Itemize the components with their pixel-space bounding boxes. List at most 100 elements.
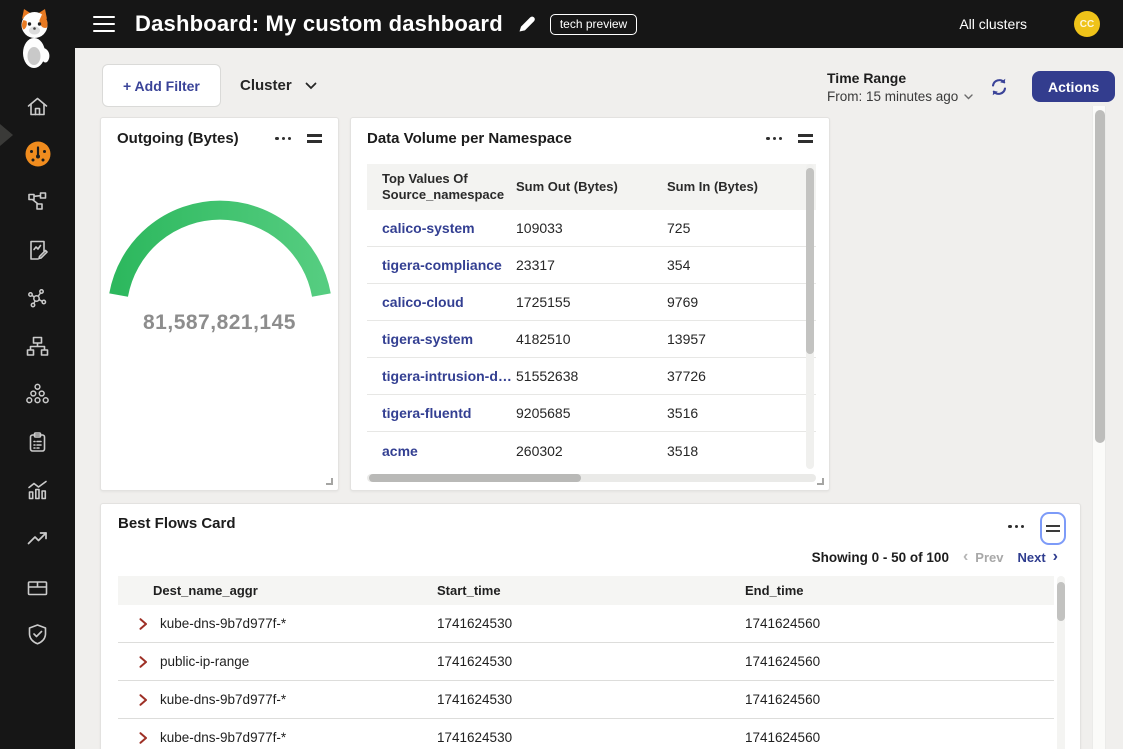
end-time: 1741624560 <box>745 692 1054 707</box>
package-icon <box>25 574 50 599</box>
nav-statistics[interactable] <box>0 466 75 514</box>
resize-handle[interactable] <box>817 478 824 485</box>
nav-service-graph[interactable] <box>0 178 75 226</box>
table-row: tigera-intrusion-d… 51552638 37726 <box>367 358 816 395</box>
sum-in-value: 13957 <box>667 331 816 347</box>
start-time: 1741624530 <box>437 654 745 669</box>
namespace-link[interactable]: tigera-compliance <box>367 257 516 273</box>
cluster-dropdown[interactable]: Cluster <box>240 64 317 107</box>
sum-out-value: 260302 <box>516 443 667 459</box>
time-range-label: Time Range <box>827 70 973 86</box>
flows-table: Dest_name_aggr Start_time End_time kube-… <box>118 576 1054 749</box>
next-page-button[interactable]: Next › <box>1017 549 1058 565</box>
namespace-link[interactable]: calico-system <box>367 220 516 236</box>
main-content: + Add Filter Cluster Time Range From: 15… <box>75 48 1123 749</box>
expand-row-chevron-icon[interactable] <box>139 694 148 706</box>
connections-icon <box>25 286 50 311</box>
node-cluster-icon <box>25 382 50 407</box>
actions-button[interactable]: Actions <box>1032 71 1115 102</box>
nav-trends[interactable] <box>0 514 75 562</box>
card-title: Outgoing (Bytes) <box>117 130 271 147</box>
nav-home[interactable] <box>0 82 75 130</box>
nav-packages[interactable] <box>0 562 75 610</box>
overflow-menu-icon[interactable] <box>271 133 295 144</box>
home-icon <box>25 94 50 119</box>
end-time: 1741624560 <box>745 616 1054 631</box>
refresh-button[interactable] <box>987 75 1011 99</box>
sum-out-value: 109033 <box>516 220 667 236</box>
table-row: tigera-fluentd 9205685 3516 <box>367 395 816 432</box>
chevron-down-icon <box>964 94 973 100</box>
overflow-menu-icon[interactable] <box>1004 521 1028 532</box>
namespace-link[interactable]: calico-cloud <box>367 294 516 310</box>
drag-handle-focused[interactable] <box>1040 512 1066 545</box>
namespace-link[interactable]: tigera-system <box>367 331 516 347</box>
drag-handle-icon[interactable] <box>305 130 324 146</box>
cluster-dropdown-label: Cluster <box>240 77 292 94</box>
gauge-value: 81,587,821,145 <box>101 311 338 335</box>
gauge-arc <box>115 196 325 323</box>
start-time: 1741624530 <box>437 730 745 745</box>
best-flows-card: Best Flows Card Showing 0 - 50 of 100 ‹ … <box>100 503 1081 749</box>
sitemap-icon <box>25 334 50 359</box>
expand-row-chevron-icon[interactable] <box>139 618 148 630</box>
dest-name: public-ip-range <box>160 654 249 669</box>
sum-in-value: 37726 <box>667 368 816 384</box>
showing-range-text: Showing 0 - 50 of 100 <box>812 550 949 565</box>
add-filter-button[interactable]: + Add Filter <box>102 64 221 107</box>
menu-hamburger-icon[interactable] <box>93 16 115 32</box>
scrollbar-thumb[interactable] <box>369 474 581 482</box>
left-nav-sidebar <box>0 48 75 749</box>
page-title: Dashboard: My custom dashboard <box>135 11 503 37</box>
nav-security[interactable] <box>0 610 75 658</box>
table-horizontal-scrollbar[interactable] <box>367 474 816 482</box>
sum-in-value: 725 <box>667 220 816 236</box>
edit-dashboard-pencil-icon[interactable] <box>517 14 537 34</box>
end-time: 1741624560 <box>745 654 1054 669</box>
active-nav-notch <box>0 124 13 146</box>
overflow-menu-icon[interactable] <box>762 133 786 144</box>
sum-out-value: 51552638 <box>516 368 667 384</box>
chevron-right-icon: › <box>1053 549 1058 565</box>
table-vertical-scrollbar[interactable] <box>806 164 814 469</box>
expand-row-chevron-icon[interactable] <box>139 732 148 744</box>
column-header: Start_time <box>437 583 745 598</box>
sum-in-value: 3516 <box>667 405 816 421</box>
calico-cat-logo <box>14 8 56 75</box>
namespace-link[interactable]: tigera-intrusion-d… <box>367 368 516 384</box>
drag-handle-icon[interactable] <box>796 130 815 146</box>
resize-handle[interactable] <box>326 478 333 485</box>
namespace-link[interactable]: tigera-fluentd <box>367 405 516 421</box>
namespace-link[interactable]: acme <box>367 443 516 459</box>
scrollbar-thumb[interactable] <box>1057 582 1065 621</box>
column-header: Sum Out (Bytes) <box>516 179 667 195</box>
shield-check-icon <box>25 622 50 647</box>
user-avatar[interactable]: CC <box>1074 11 1100 37</box>
page-scrollbar[interactable] <box>1092 106 1106 749</box>
nav-connections[interactable] <box>0 274 75 322</box>
table-row: kube-dns-9b7d977f-* 1741624530 174162456… <box>118 719 1054 749</box>
table-row: public-ip-range 1741624530 1741624560 <box>118 643 1054 681</box>
nav-clusters[interactable] <box>0 370 75 418</box>
data-volume-card: Data Volume per Namespace Top Values Of … <box>350 117 830 491</box>
cluster-scope-selector[interactable]: All clusters <box>959 16 1027 32</box>
sum-out-value: 9205685 <box>516 405 667 421</box>
dest-name: kube-dns-9b7d977f-* <box>160 730 286 745</box>
time-range-value-dropdown[interactable]: From: 15 minutes ago <box>827 89 973 104</box>
chevron-down-icon <box>305 82 317 90</box>
nav-compliance[interactable] <box>0 418 75 466</box>
page-scrollbar-thumb[interactable] <box>1095 110 1105 443</box>
column-header: Dest_name_aggr <box>118 583 437 598</box>
table-row: tigera-system 4182510 13957 <box>367 321 816 358</box>
nav-reports[interactable] <box>0 226 75 274</box>
nav-sitemap[interactable] <box>0 322 75 370</box>
sum-in-value: 9769 <box>667 294 816 310</box>
prev-page-button[interactable]: ‹ Prev <box>963 549 1004 565</box>
sum-out-value: 1725155 <box>516 294 667 310</box>
card-title: Data Volume per Namespace <box>367 130 762 147</box>
table-vertical-scrollbar[interactable] <box>1057 576 1065 749</box>
expand-row-chevron-icon[interactable] <box>139 656 148 668</box>
scrollbar-thumb[interactable] <box>806 168 814 354</box>
table-row: calico-cloud 1725155 9769 <box>367 284 816 321</box>
table-header-row: Top Values Of Source_namespace Sum Out (… <box>367 164 816 210</box>
